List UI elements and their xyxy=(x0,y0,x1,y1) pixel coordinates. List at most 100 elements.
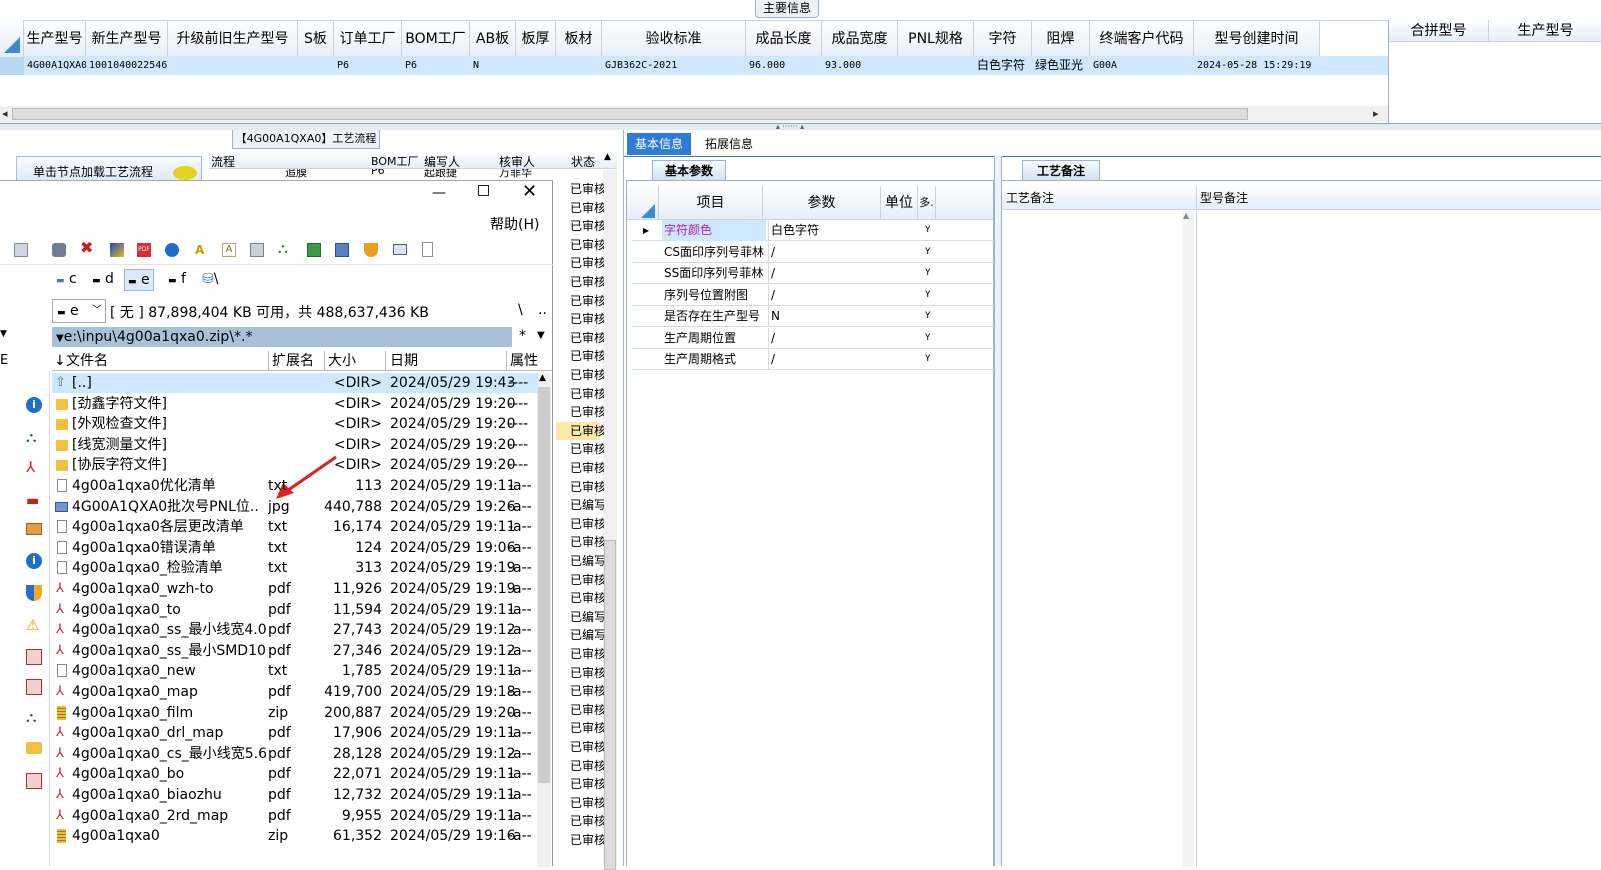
file-row[interactable]: ⅄ 4g00a1qxa0_biaozhu pdf 12,732 2024/05/29 1… xyxy=(52,785,538,805)
notes-scroll-up-icon[interactable]: ▲ xyxy=(1183,211,1189,220)
top-hscroll-thumb[interactable] xyxy=(12,108,1248,120)
sheet-side-icon[interactable] xyxy=(26,649,42,665)
file-row[interactable]: [协辰字符文件] <DIR> 2024/05/29 19:20 ---- xyxy=(52,455,538,475)
move-icon[interactable] xyxy=(52,243,66,257)
top-col-header[interactable]: 终端客户代码 xyxy=(1090,21,1194,58)
process-first-row[interactable]: 追膜 P6 起跟捷 万菲华 xyxy=(209,169,569,178)
file-row[interactable]: [线宽测量文件] <DIR> 2024/05/29 19:20 ---- xyxy=(52,435,538,455)
col-extension[interactable]: 扩展名 xyxy=(272,351,314,371)
path-filter[interactable]: * xyxy=(519,328,526,344)
file-row[interactable]: 4g00a1qxa0_检验清单 txt 313 2024/05/29 19:19 -a-… xyxy=(52,558,538,578)
top-col-header[interactable]: S板 xyxy=(298,21,334,58)
top-col-header[interactable]: 型号创建时间 xyxy=(1194,21,1320,58)
col-filename[interactable]: 文件名 xyxy=(66,351,108,371)
sheet-side2-icon[interactable] xyxy=(26,679,42,695)
col-date[interactable]: 日期 xyxy=(390,351,418,371)
notes-subtab[interactable]: 工艺备注 xyxy=(1022,160,1100,180)
file-row[interactable]: [外观检查文件] <DIR> 2024/05/29 19:20 ---- xyxy=(52,414,538,434)
process-vscroll-thumb[interactable] xyxy=(604,540,616,870)
sheet-icon[interactable] xyxy=(307,243,321,257)
col-size[interactable]: 大小 xyxy=(328,351,356,371)
parent-button[interactable]: .. xyxy=(538,302,547,318)
top-col-header[interactable]: 阻焊 xyxy=(1032,21,1090,58)
print-icon[interactable] xyxy=(250,243,264,257)
sheet-side3-icon[interactable] xyxy=(26,773,42,789)
scroll-right-icon[interactable]: ▸ xyxy=(1373,107,1379,120)
params-subtab[interactable]: 基本参数 xyxy=(652,160,726,180)
file-vscrollbar[interactable]: ▲ xyxy=(537,373,551,867)
shield-side-icon[interactable] xyxy=(26,585,42,601)
file-row[interactable]: 4G00A1QXA0批次号PNL位.. jpg 440,788 2024/05/29 … xyxy=(52,497,538,517)
folder-side-icon[interactable] xyxy=(26,742,42,754)
vertical-splitter[interactable] xyxy=(994,156,1002,866)
file-row[interactable]: [劲鑫字符文件] <DIR> 2024/05/29 19:20 ---- xyxy=(52,394,538,414)
param-row[interactable]: CS面印序列号菲林 / Y xyxy=(632,241,994,263)
refresh-icon[interactable] xyxy=(165,243,179,257)
top-col-header[interactable]: 验收标准 xyxy=(602,21,746,58)
root-button[interactable]: \ xyxy=(518,302,523,318)
menu-help[interactable]: 帮助(H) xyxy=(490,214,539,234)
param-value[interactable]: / xyxy=(768,284,886,306)
font-a-icon[interactable]: A xyxy=(195,243,209,257)
drive-side-icon[interactable]: ▬ xyxy=(26,493,42,509)
top-col-header[interactable]: 订单工厂 xyxy=(334,21,402,58)
file-row[interactable]: 4g00a1qxa0 zip 61,352 2024/05/29 19:16 -a-- xyxy=(52,826,538,846)
file-vscroll-thumb[interactable] xyxy=(538,387,550,783)
drive-c-button[interactable]: ▬ c xyxy=(56,271,77,287)
top-col-header[interactable]: PNL规格 xyxy=(898,21,974,58)
drive-d-button[interactable]: ▬ d xyxy=(92,271,114,287)
notes-scrollbar[interactable]: ▲ xyxy=(1182,211,1194,867)
pdf-side-icon[interactable]: ⅄ xyxy=(26,459,42,475)
process-vscrollbar[interactable] xyxy=(603,170,617,870)
path-bar[interactable]: ▼e:\inpu\4g00a1qxa0.zip\*.* xyxy=(52,327,512,347)
minimize-button[interactable]: — xyxy=(432,185,446,201)
file-row[interactable]: ⅄ 4g00a1qxa0_bo pdf 22,071 2024/05/29 19:11-… xyxy=(52,764,538,784)
file-row[interactable]: ⅄ 4g00a1qxa0_cs_最小线宽5.6.. pdf 28,128 2024/05… xyxy=(52,744,538,764)
top-col-header[interactable]: BOM工厂 xyxy=(402,21,470,58)
param-row[interactable]: 序列号位置附图 / Y xyxy=(632,284,994,306)
file-row[interactable]: ⅄ 4g00a1qxa0_wzh-to pdf 11,926 2024/05/29 19… xyxy=(52,579,538,599)
top-col-header[interactable]: 成品宽度 xyxy=(822,21,898,58)
param-value[interactable]: N xyxy=(768,306,886,327)
top-col-header[interactable]: 新生产型号 xyxy=(86,21,168,58)
delete-icon[interactable]: ✖ xyxy=(80,240,94,256)
info2-icon[interactable]: i xyxy=(26,553,42,569)
network-drive-button[interactable]: ⛁\ xyxy=(202,271,218,287)
top-col-header[interactable]: 生产型号 xyxy=(24,21,86,58)
file-row[interactable]: ⅄ 4g00a1qxa0_map pdf 419,700 2024/05/29 19:1… xyxy=(52,682,538,702)
blank-doc-icon[interactable] xyxy=(422,242,433,257)
file-row[interactable]: ⅄ 4g00a1qxa0_drl_map pdf 17,906 2024/05/29 1… xyxy=(52,723,538,743)
drive-select[interactable]: ▬ e ﹀ xyxy=(52,299,106,323)
network-icon[interactable]: ⛬ xyxy=(278,242,292,256)
tab-basic-info[interactable]: 基本信息 xyxy=(627,133,691,155)
network-side2-icon[interactable]: ⛬ xyxy=(26,709,42,725)
top-col-header[interactable]: 板材 xyxy=(556,21,602,58)
top-col-header[interactable]: 字符 xyxy=(974,21,1032,58)
top-hscrollbar[interactable]: ◂ ▸ xyxy=(0,106,1388,122)
top-col-header[interactable]: 升级前旧生产型号 xyxy=(168,21,298,58)
file-row[interactable]: ⅄ 4g00a1qxa0_ss_最小SMD10 pdf 27,346 2024/05/2… xyxy=(52,641,538,661)
font-a2-icon[interactable]: A xyxy=(222,243,236,257)
path-filter-dropdown-icon[interactable]: ▼ xyxy=(537,330,545,341)
info-icon[interactable]: i xyxy=(26,397,42,413)
pack-icon[interactable] xyxy=(110,243,124,257)
maximize-button[interactable] xyxy=(478,185,489,196)
row-selector[interactable] xyxy=(0,56,24,75)
file-row[interactable]: 4g00a1qxa0_new txt 1,785 2024/05/29 19:11 -a… xyxy=(52,661,538,681)
copy-icon[interactable] xyxy=(14,243,28,257)
drive-e-button[interactable]: ▬ e xyxy=(124,269,154,291)
file-row[interactable]: 4g00a1qxa0各层更改清单 txt 16,174 2024/05/29 19:1… xyxy=(52,517,538,537)
top-col-header[interactable]: 板厚 xyxy=(516,21,556,58)
shield-icon[interactable] xyxy=(364,243,378,257)
file-row[interactable]: ⅄ 4g00a1qxa0_ss_最小线宽4.0.. pdf 27,743 2024/05… xyxy=(52,620,538,640)
param-row[interactable]: 生产周期格式 / Y xyxy=(632,349,994,370)
param-value[interactable]: / xyxy=(768,263,886,284)
image-side-icon[interactable] xyxy=(26,523,42,535)
file-row[interactable]: 4g00a1qxa0错误清单 txt 124 2024/05/29 19:06 -a-- xyxy=(52,538,538,558)
tab-ext-info[interactable]: 拓展信息 xyxy=(697,133,761,155)
file-row[interactable]: ⅄ 4g00a1qxa0_2rd_map pdf 9,955 2024/05/29 19… xyxy=(52,806,538,826)
scroll-left-icon[interactable]: ◂ xyxy=(2,107,8,120)
scroll-up-icon[interactable]: ▲ xyxy=(604,152,611,162)
param-row[interactable]: ▶ 字符颜色 白色字符 Y xyxy=(632,220,994,241)
top-data-row[interactable]: 4G00A1QXA0 10010400225463 P6 P6 N GJB362C-202… xyxy=(0,56,1388,75)
